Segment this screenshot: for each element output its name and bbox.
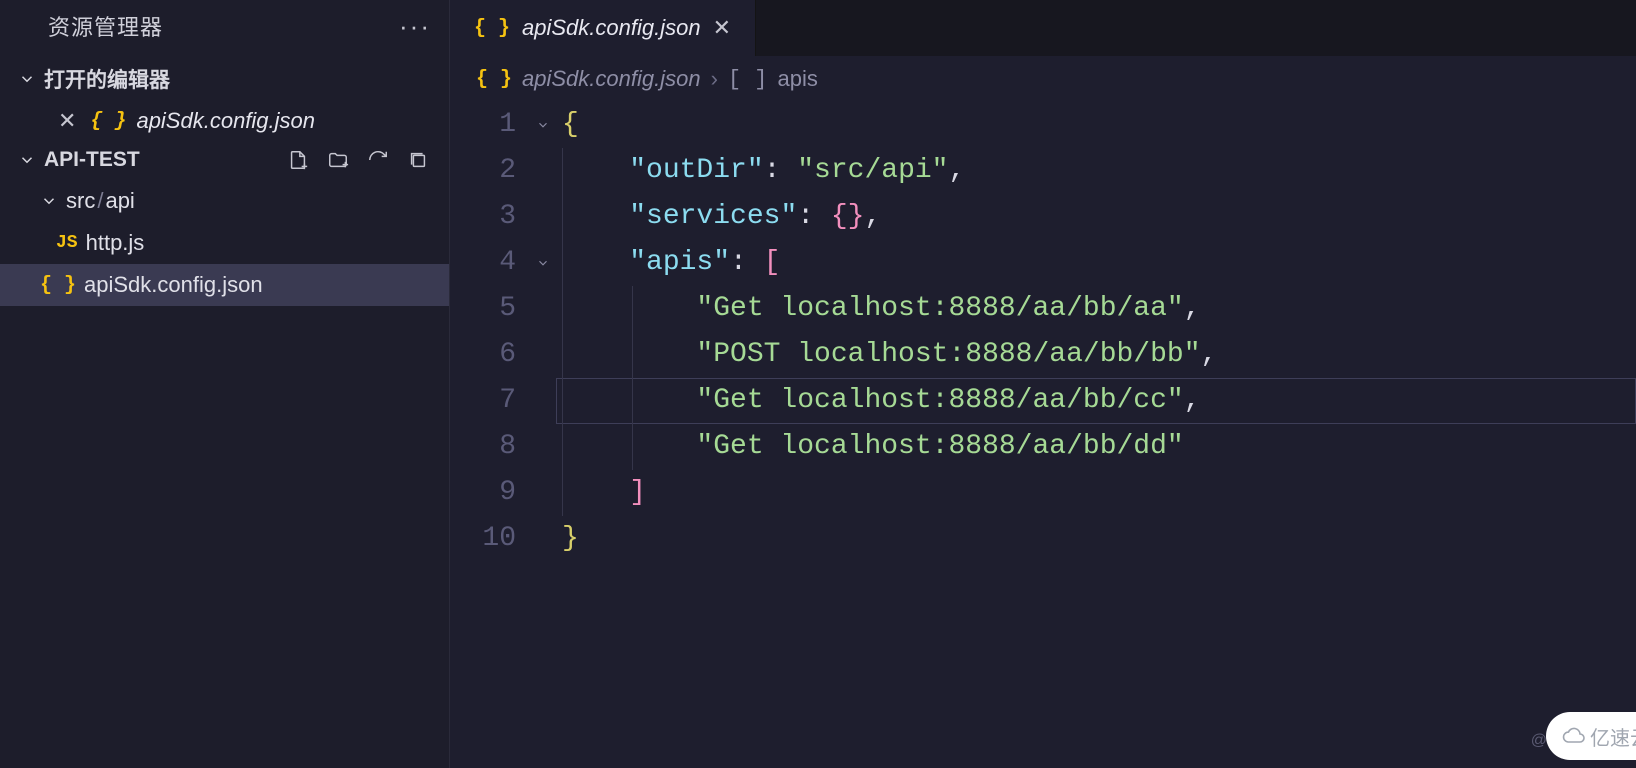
js-file-icon: JS [56,233,78,253]
project-name: API-TEST [44,148,140,172]
cloud-icon [1560,726,1586,746]
json-file-icon: { } [476,68,512,91]
code-line[interactable]: "Get localhost:8888/aa/bb/dd" [556,424,1636,470]
open-editor-item[interactable]: ✕ { } apiSdk.config.json [0,100,449,142]
tree-file-http-js[interactable]: JS http.js [0,222,449,264]
code-line[interactable]: "Get localhost:8888/aa/bb/aa", [556,286,1636,332]
refresh-icon[interactable] [367,149,389,171]
code-line[interactable]: ] [556,470,1636,516]
json-file-icon: { } [40,274,76,297]
tree-file-label: http.js [86,230,145,256]
fold-icon[interactable] [530,240,556,286]
explorer-header: 资源管理器 ··· [0,0,449,58]
tree-folder-src-api[interactable]: src/api [0,180,449,222]
tree-file-apisdk-config[interactable]: { } apiSdk.config.json [0,264,449,306]
watermark-logo: 亿速云 [1546,712,1636,760]
list-icon: [ ] [728,67,768,92]
chevron-down-icon [18,151,36,169]
code-line[interactable]: { [556,102,1636,148]
code-line[interactable]: "outDir": "src/api", [556,148,1636,194]
code-area[interactable]: { "outDir": "src/api", "services": {}, "… [556,102,1636,768]
more-icon[interactable]: ··· [399,11,431,42]
breadcrumb-file[interactable]: apiSdk.config.json [522,66,701,92]
chevron-down-icon [18,70,36,88]
fold-icon[interactable] [530,102,556,148]
tab-apisdk-config[interactable]: { } apiSdk.config.json ✕ [450,0,756,56]
code-line[interactable]: "services": {}, [556,194,1636,240]
tree-file-label: apiSdk.config.json [84,272,263,298]
tab-label: apiSdk.config.json [522,15,701,41]
folder-label: src/api [66,188,135,214]
json-file-icon: { } [90,110,126,133]
explorer-actions [287,149,437,171]
explorer-title: 资源管理器 [48,10,163,42]
explorer-sidebar: 资源管理器 ··· 打开的编辑器 ✕ { } apiSdk.config.jso… [0,0,450,768]
editor-main: { } apiSdk.config.json ✕ { } apiSdk.conf… [450,0,1636,768]
code-line[interactable]: "POST localhost:8888/aa/bb/bb", [556,332,1636,378]
open-editors-label: 打开的编辑器 [44,64,170,94]
chevron-down-icon [40,192,58,210]
code-line[interactable]: "apis": [ [556,240,1636,286]
new-file-icon[interactable] [287,149,309,171]
fold-gutter [530,102,556,768]
code-editor[interactable]: 1 2 3 4 5 6 7 8 9 10 { "outDir": "src/ap… [450,102,1636,768]
breadcrumb[interactable]: { } apiSdk.config.json › [ ] apis [450,56,1636,102]
project-section[interactable]: API-TEST [0,142,449,178]
file-tree: src/api JS http.js { } apiSdk.config.jso… [0,180,449,306]
chevron-right-icon: › [711,66,718,92]
open-editors-section[interactable]: 打开的编辑器 [0,58,449,100]
open-editor-filename: apiSdk.config.json [136,108,315,134]
breadcrumb-path[interactable]: apis [778,66,818,92]
collapse-all-icon[interactable] [407,149,429,171]
new-folder-icon[interactable] [327,149,349,171]
json-file-icon: { } [474,17,510,40]
code-line[interactable]: "Get localhost:8888/aa/bb/cc", [556,378,1636,424]
editor-tabs: { } apiSdk.config.json ✕ [450,0,1636,56]
code-line[interactable]: } [556,516,1636,562]
close-icon[interactable]: ✕ [713,15,731,41]
close-icon[interactable]: ✕ [58,108,76,134]
line-gutter: 1 2 3 4 5 6 7 8 9 10 [450,102,530,768]
